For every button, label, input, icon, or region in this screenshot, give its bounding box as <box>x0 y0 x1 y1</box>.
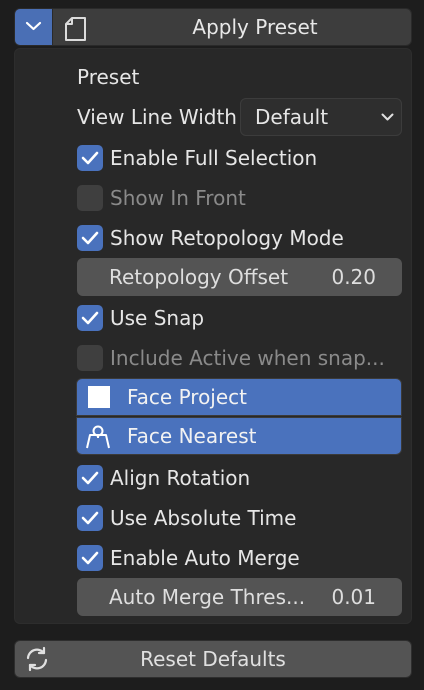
reset-defaults-button[interactable]: Reset Defaults <box>14 640 412 678</box>
face-nearest-toggle[interactable]: Face Nearest <box>76 417 402 455</box>
checkmark-icon <box>81 231 99 245</box>
header-title: Apply Preset <box>192 15 318 39</box>
face-project-toggle[interactable]: Face Project <box>76 378 402 416</box>
retopology-offset-label: Retopology Offset <box>109 265 289 289</box>
enable-full-selection-option[interactable]: Enable Full Selection <box>77 144 377 172</box>
auto-merge-threshold-value: 0.01 <box>331 585 376 609</box>
chevron-down-icon <box>381 113 394 121</box>
use-snap-option[interactable]: Use Snap <box>77 304 377 332</box>
face-project-icon <box>88 386 110 408</box>
checkmark-icon <box>81 551 99 565</box>
header-divider <box>52 9 53 45</box>
enable-auto-merge-checkbox[interactable] <box>77 545 103 571</box>
include-active-label: Include Active when snap... <box>110 346 385 370</box>
view-line-width-label: View Line Width <box>77 105 237 129</box>
collapse-button[interactable] <box>15 9 52 45</box>
view-line-width-dropdown[interactable]: Default <box>240 98 402 136</box>
use-absolute-time-checkbox[interactable] <box>77 505 103 531</box>
include-active-option[interactable]: Include Active when snap... <box>77 344 397 372</box>
apply-preset-header[interactable]: Apply Preset <box>14 8 412 46</box>
show-retopology-mode-checkbox[interactable] <box>77 225 103 251</box>
use-absolute-time-option[interactable]: Use Absolute Time <box>77 504 377 532</box>
enable-auto-merge-option[interactable]: Enable Auto Merge <box>77 544 377 572</box>
retopology-offset-value: 0.20 <box>331 265 376 289</box>
show-in-front-checkbox[interactable] <box>77 185 103 211</box>
face-nearest-icon <box>86 425 110 449</box>
retopology-offset-field[interactable]: Retopology Offset 0.20 <box>77 258 402 296</box>
include-active-checkbox[interactable] <box>77 345 103 371</box>
checkmark-icon <box>81 311 99 325</box>
auto-merge-threshold-label: Auto Merge Thres... <box>109 585 306 609</box>
align-rotation-label: Align Rotation <box>110 466 251 490</box>
view-line-width-value: Default <box>255 105 329 129</box>
checkmark-icon <box>81 511 99 525</box>
enable-full-selection-label: Enable Full Selection <box>110 146 318 170</box>
use-snap-label: Use Snap <box>110 306 205 330</box>
checkmark-icon <box>81 471 99 485</box>
show-retopology-mode-label: Show Retopology Mode <box>110 226 344 250</box>
auto-merge-threshold-field[interactable]: Auto Merge Thres... 0.01 <box>77 578 402 616</box>
face-nearest-label: Face Nearest <box>127 424 257 448</box>
show-in-front-label: Show In Front <box>110 186 246 210</box>
enable-auto-merge-label: Enable Auto Merge <box>110 546 300 570</box>
align-rotation-option[interactable]: Align Rotation <box>77 464 377 492</box>
face-project-label: Face Project <box>127 385 248 409</box>
document-icon <box>63 16 91 41</box>
align-rotation-checkbox[interactable] <box>77 465 103 491</box>
enable-full-selection-checkbox[interactable] <box>77 145 103 171</box>
checkmark-icon <box>81 151 99 165</box>
reset-defaults-label: Reset Defaults <box>140 647 286 671</box>
chevron-down-icon <box>25 21 42 31</box>
show-retopology-mode-option[interactable]: Show Retopology Mode <box>77 224 397 252</box>
show-in-front-option[interactable]: Show In Front <box>77 184 377 212</box>
use-absolute-time-label: Use Absolute Time <box>110 506 297 530</box>
use-snap-checkbox[interactable] <box>77 305 103 331</box>
preset-label: Preset <box>77 65 140 89</box>
